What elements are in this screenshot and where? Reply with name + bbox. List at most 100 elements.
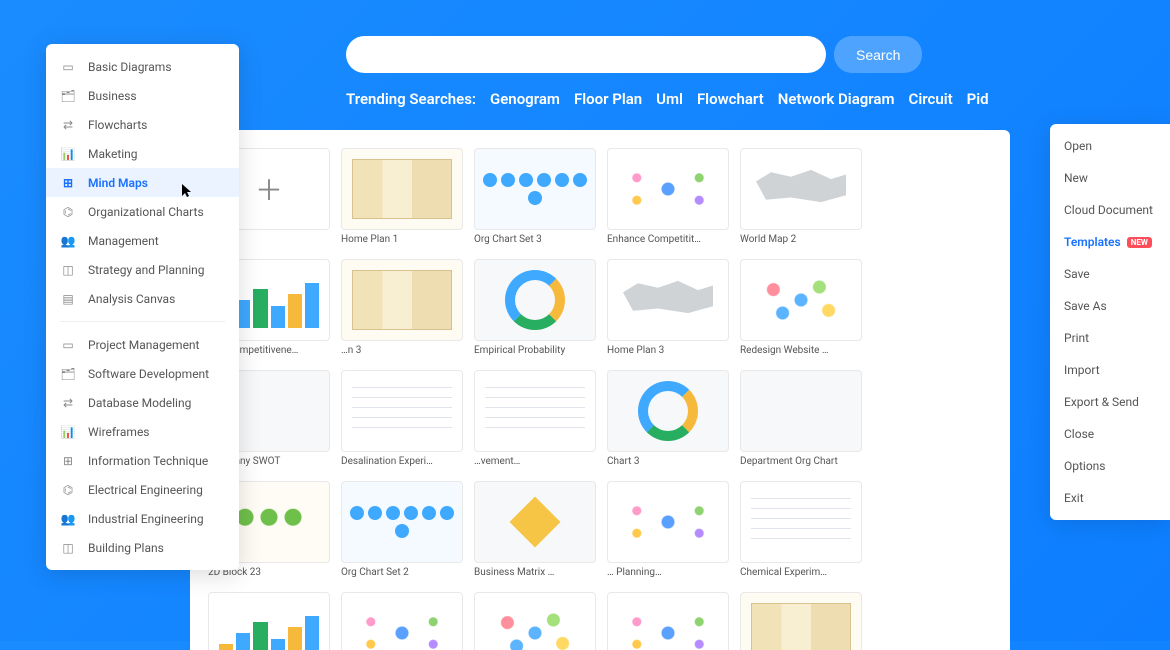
template-gallery: ＋Home Plan 1Org Chart Set 3Enhance Compe… (190, 130, 1010, 650)
template-thumbnail (607, 481, 729, 563)
menu-item-save-as[interactable]: Save As (1050, 290, 1170, 322)
search-button[interactable]: Search (834, 36, 922, 73)
template-card[interactable]: Redesign Website … (740, 259, 862, 359)
menu-item-exit[interactable]: Exit (1050, 482, 1170, 514)
category-icon: 👥 (60, 233, 76, 249)
template-card[interactable]: Org Chart Set 3 (474, 148, 596, 248)
sidebar-item[interactable]: ⊞ Mind Maps (46, 168, 239, 197)
template-thumbnail (740, 370, 862, 452)
trending-tag[interactable]: Circuit (909, 90, 953, 108)
menu-item-label: Save As (1064, 299, 1107, 313)
trending-label: Trending Searches: (346, 90, 476, 108)
menu-item-label: Export & Send (1064, 395, 1139, 409)
menu-item-close[interactable]: Close (1050, 418, 1170, 450)
menu-item-label: Exit (1064, 491, 1084, 505)
sidebar-item[interactable]: 👥Management (46, 226, 239, 255)
template-thumbnail (341, 592, 463, 650)
trending-tag[interactable]: Flowchart (697, 90, 764, 108)
sidebar-item[interactable]: 👥Industrial Engineering (46, 504, 239, 533)
template-card[interactable]: …n 3 (341, 259, 463, 359)
search-input[interactable] (346, 36, 826, 73)
sidebar-item[interactable]: ▭Project Management (46, 330, 239, 359)
template-card[interactable] (740, 592, 862, 650)
template-card[interactable]: World Map 2 (740, 148, 862, 248)
sidebar-item[interactable]: ⌬Electrical Engineering (46, 475, 239, 504)
template-card[interactable]: Chemical Experim… (740, 481, 862, 581)
template-card[interactable]: Life Plan (607, 592, 729, 650)
template-label: … Planning… (607, 567, 729, 578)
template-label: Department Org Chart (740, 456, 862, 467)
trending-tag[interactable]: Pid (967, 90, 989, 108)
template-thumbnail (474, 259, 596, 341)
trending-tag[interactable]: Uml (656, 90, 683, 108)
template-thumbnail (474, 370, 596, 452)
sidebar-item[interactable]: 📊Maketing (46, 139, 239, 168)
menu-item-label: Close (1064, 427, 1094, 441)
file-menu: OpenNewCloud DocumentTemplatesNEWSave Sav… (1050, 124, 1170, 520)
sidebar-item[interactable]: ◫Strategy and Planning (46, 255, 239, 284)
sidebar-item[interactable]: 📊Wireframes (46, 417, 239, 446)
template-thumbnail (341, 370, 463, 452)
trending-tag[interactable]: Genogram (490, 90, 560, 108)
trending-tag[interactable]: Network Diagram (778, 90, 895, 108)
sidebar-item[interactable]: ⇄Database Modeling (46, 388, 239, 417)
sidebar-item[interactable]: ⊞Information Technique (46, 446, 239, 475)
sidebar-item[interactable]: ▤Analysis Canvas (46, 284, 239, 313)
sidebar-item[interactable]: ⌬Organizational Charts (46, 197, 239, 226)
template-card[interactable]: Column Chart an… (208, 592, 330, 650)
template-thumbnail (474, 481, 596, 563)
menu-item-label: Import (1064, 363, 1100, 377)
template-card[interactable]: Chart 3 (607, 370, 729, 470)
template-label: Desalination Experi… (341, 456, 463, 467)
category-icon: ⌬ (60, 204, 76, 220)
template-card[interactable]: Org Chart Set 2 (341, 481, 463, 581)
menu-item-save[interactable]: Save (1050, 258, 1170, 290)
template-label: Enhance Competitit… (607, 234, 729, 245)
sidebar-item[interactable]: 🗂Software Development (46, 359, 239, 388)
template-thumbnail (208, 592, 330, 650)
template-card[interactable]: Flowchart Sample (474, 592, 596, 650)
menu-item-open[interactable]: Open (1050, 130, 1170, 162)
category-icon: ⌬ (60, 482, 76, 498)
sidebar-item-label: Industrial Engineering (88, 512, 204, 526)
template-card[interactable]: Empirical Probability (474, 259, 596, 359)
template-card[interactable]: … Planning… (607, 481, 729, 581)
menu-item-templates[interactable]: TemplatesNEW (1050, 226, 1170, 258)
menu-item-export-send[interactable]: Export & Send (1050, 386, 1170, 418)
template-card[interactable]: Department Org Chart (740, 370, 862, 470)
category-icon: 🗂 (60, 88, 76, 104)
category-icon: ⇄ (60, 395, 76, 411)
template-card[interactable]: Home Plan 1 (341, 148, 463, 248)
menu-item-import[interactable]: Import (1050, 354, 1170, 386)
sidebar-item[interactable]: ◫Building Plans (46, 533, 239, 562)
sidebar-item-label: Mind Maps (88, 176, 148, 190)
sidebar-item[interactable]: ⇄Flowcharts (46, 110, 239, 139)
sidebar-item[interactable]: ▭ Basic Diagrams (46, 52, 239, 81)
menu-item-cloud-document[interactable]: Cloud Document (1050, 194, 1170, 226)
category-icon: ⊞ (60, 175, 76, 191)
category-sidebar: ▭ Basic Diagrams 🗂 Business ⇄Flowcharts📊Make… (46, 44, 239, 570)
menu-item-new[interactable]: New (1050, 162, 1170, 194)
trending-searches: Trending Searches: Genogram Floor Plan U… (346, 90, 989, 108)
template-card[interactable]: Business Matrix … (474, 481, 596, 581)
template-card[interactable]: Desalination Experi… (341, 370, 463, 470)
divider (60, 321, 225, 322)
template-card[interactable]: English Part Of Sp… (341, 592, 463, 650)
template-card[interactable]: …vement… (474, 370, 596, 470)
menu-item-print[interactable]: Print (1050, 322, 1170, 354)
sidebar-item[interactable]: 🗂 Business (46, 81, 239, 110)
template-thumbnail (740, 259, 862, 341)
template-card[interactable]: Home Plan 3 (607, 259, 729, 359)
template-label: Chemical Experim… (740, 567, 862, 578)
trending-tag[interactable]: Floor Plan (574, 90, 642, 108)
menu-item-options[interactable]: Options (1050, 450, 1170, 482)
template-label: World Map 2 (740, 234, 862, 245)
sidebar-item-label: Wireframes (88, 425, 150, 439)
template-label: Business Matrix … (474, 567, 596, 578)
sidebar-item-label: Business (88, 89, 137, 103)
sidebar-item-label: Basic Diagrams (88, 60, 172, 74)
category-icon: ▭ (60, 59, 76, 75)
template-thumbnail (341, 148, 463, 230)
template-card[interactable]: Enhance Competitit… (607, 148, 729, 248)
template-label: Org Chart Set 3 (474, 234, 596, 245)
